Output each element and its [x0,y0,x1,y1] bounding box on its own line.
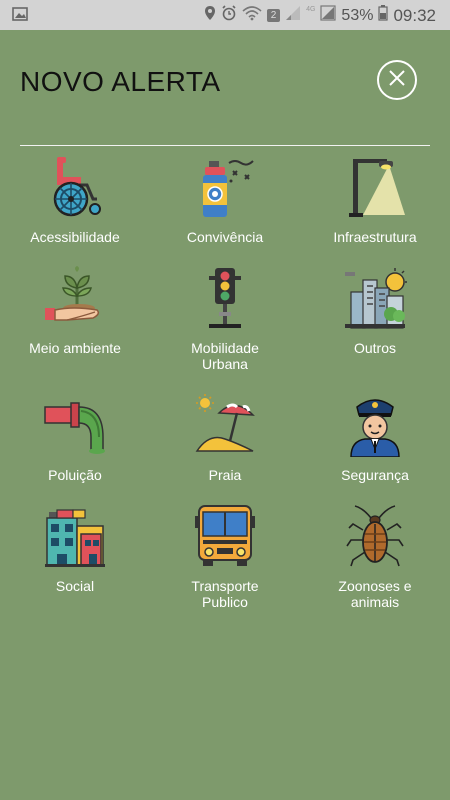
category-label: Acessibilidade [30,229,120,245]
category-label: Zoonoses e animais [338,578,412,610]
category-meio-ambiente[interactable]: Meio ambiente [0,266,150,393]
wheelchair-icon [53,157,101,217]
signal-weak-icon [285,5,301,26]
cockroach-icon [346,505,404,567]
location-icon [204,5,216,26]
network-badge: 2 [267,9,281,22]
category-label: Praia [208,467,242,483]
city-icon [345,268,407,329]
gallery-notification-icon [12,7,28,26]
spray-can-icon [203,160,254,217]
category-zoonoses-animais[interactable]: Zoonoses e animais [300,504,450,624]
category-label: Segurança [341,467,409,483]
category-grid: Acessibilidade Convivência Infraestrutur… [0,155,450,624]
category-label: Meio ambiente [29,340,121,356]
category-infraestrutura[interactable]: Infraestrutura [300,155,450,266]
category-seguranca[interactable]: Segurança [300,393,450,504]
category-convivencia[interactable]: Convivência [150,155,300,266]
traffic-light-icon [209,268,241,328]
category-label: Mobilidade Urbana [191,340,259,372]
clock-time: 09:32 [393,5,436,25]
category-poluicao[interactable]: Poluição [0,393,150,504]
page-title: NOVO ALERTA [20,66,221,97]
buildings-icon [45,509,105,567]
alarm-icon [221,5,237,26]
category-acessibilidade[interactable]: Acessibilidade [0,155,150,266]
category-transporte-publico[interactable]: Transporte Publico [150,504,300,624]
bus-icon [195,505,255,566]
battery-icon [378,5,389,26]
category-mobilidade-urbana[interactable]: Mobilidade Urbana [150,266,300,393]
signal-icon [320,5,337,26]
network-type-label: 4G [306,6,316,13]
category-label: Infraestrutura [333,229,417,245]
category-outros[interactable]: Outros [300,266,450,393]
battery-percent: 53% [341,6,374,24]
category-label: Outros [353,340,396,356]
pipe-icon [44,402,105,454]
close-button[interactable] [377,60,417,100]
header-divider [20,145,430,146]
category-label: Convivência [186,229,264,245]
police-officer-icon [350,399,400,457]
street-lamp-icon [349,159,405,217]
category-social[interactable]: Social [0,504,150,624]
wifi-icon [242,5,262,26]
category-label: Social [55,578,95,594]
beach-icon [195,394,255,452]
category-praia[interactable]: Praia [150,393,300,504]
category-label: Poluição [48,467,102,483]
status-icons: 2 4G 53% 09:32 [204,5,436,26]
plant-hand-icon [45,266,100,321]
close-icon [388,69,406,92]
status-bar: 2 4G 53% 09:32 [0,0,450,30]
category-label: Transporte Publico [191,578,259,610]
